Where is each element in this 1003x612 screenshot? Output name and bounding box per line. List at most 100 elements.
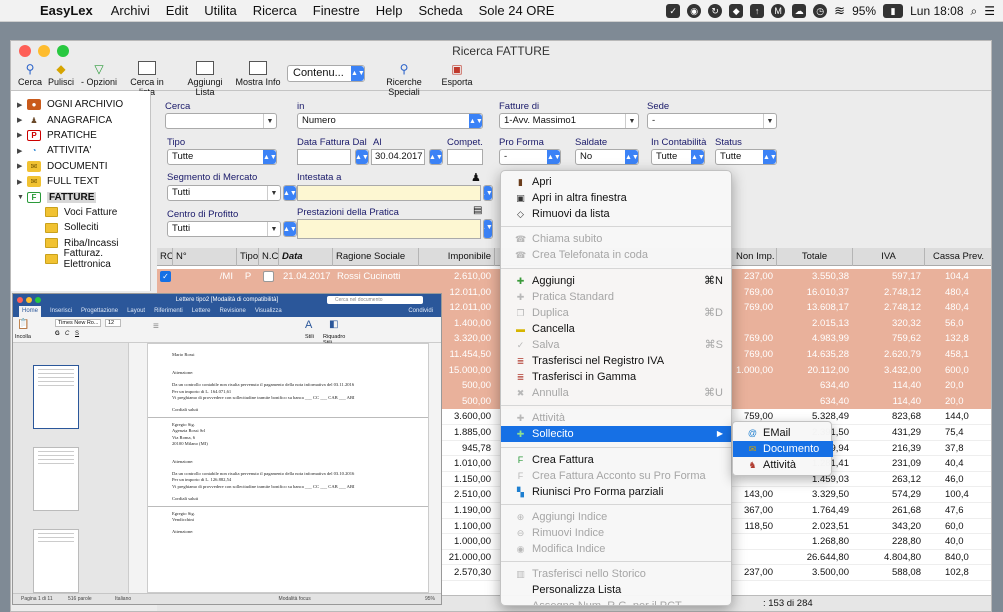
col-numero[interactable]: N° xyxy=(173,248,237,266)
menu-item-chiama-subito[interactable]: ☎ Chiama subito xyxy=(501,231,731,247)
data-al-input[interactable]: 30.04.2017 xyxy=(371,149,425,165)
ricerche-speciali-button[interactable]: ⚲ Ricerche Speciali xyxy=(371,61,437,97)
mostra-info-button[interactable]: Mostra Info xyxy=(235,61,281,87)
menu-item-crea-fattura-acconto-su-pro-forma[interactable]: F Crea Fattura Acconto su Pro Forma xyxy=(501,468,731,484)
notification-center-icon[interactable]: ☰ xyxy=(984,4,995,18)
menu-finestre[interactable]: Finestre xyxy=(305,3,368,18)
col-data[interactable]: Data xyxy=(279,248,333,266)
menu-item-trasferisci-nello-storico[interactable]: ▥ Trasferisci nello Storico xyxy=(501,566,731,582)
styles-icon[interactable]: A xyxy=(305,319,312,331)
wifi-icon[interactable]: ≋ xyxy=(834,3,845,19)
tab-visualizza[interactable]: Visualizza xyxy=(255,306,282,317)
paste-icon[interactable]: 📋 xyxy=(17,319,29,330)
segmento-stepper[interactable]: ▲▼ xyxy=(283,185,297,201)
globe-icon[interactable]: ◉ xyxy=(687,4,702,18)
intestata-input[interactable] xyxy=(297,185,481,201)
submenu-item-documento[interactable]: ✉ Documento xyxy=(733,441,833,457)
minimize-icon[interactable] xyxy=(26,297,32,303)
prestazioni-stepper[interactable]: ▲▼ xyxy=(483,219,493,239)
menu-item-modifica-indice[interactable]: ◉ Modifica Indice xyxy=(501,541,731,557)
menu-item-apri[interactable]: ▮ Apri xyxy=(501,174,731,190)
people-icon[interactable]: ♟ xyxy=(471,171,481,184)
menu-sole24ore[interactable]: Sole 24 ORE xyxy=(471,3,563,18)
saldate-select[interactable]: No ▲▼ xyxy=(575,149,639,165)
size-select[interactable]: 12 xyxy=(105,319,121,327)
centro-select[interactable]: Tutti ▼ xyxy=(167,221,281,237)
menu-archivi[interactable]: Archivi xyxy=(103,3,158,18)
menu-item-aggiungi-indice[interactable]: ⊕ Aggiungi Indice xyxy=(501,509,731,525)
content-select[interactable]: Contenu... ▲▼ xyxy=(287,65,365,82)
esporta-button[interactable]: ▣ Esporta xyxy=(441,61,473,87)
aggiungi-lista-button[interactable]: Aggiungi Lista xyxy=(177,61,233,97)
sidebar-item-fatturaz-elettronica[interactable]: Fatturaz. Elettronica xyxy=(11,248,150,270)
menu-item-rimuovi-indice[interactable]: ⊖ Rimuovi Indice xyxy=(501,525,731,541)
contabilita-select[interactable]: Tutte ▲▼ xyxy=(651,149,705,165)
prestazioni-input[interactable] xyxy=(297,219,481,239)
opzioni-button[interactable]: ▽ - Opzioni xyxy=(79,61,119,87)
col-iva[interactable]: IVA xyxy=(853,248,925,266)
tab-progettazione[interactable]: Progettazione xyxy=(81,306,118,317)
menu-item-crea-telefonata-in-coda[interactable]: ☎ Crea Telefonata in coda xyxy=(501,247,731,263)
segmento-select[interactable]: Tutti ▼ xyxy=(167,185,281,201)
menu-item-trasferisci-nel-registro-iva[interactable]: ≣ Trasferisci nel Registro IVA xyxy=(501,353,731,369)
menu-edit[interactable]: Edit xyxy=(158,3,196,18)
menu-item-riunisci-pro-forma-parziali[interactable]: ▚ Riunisci Pro Forma parziali xyxy=(501,484,731,500)
tab-revisione[interactable]: Revisione xyxy=(219,306,245,317)
pulisci-button[interactable]: ◆ Pulisci xyxy=(47,61,75,87)
menu-item-apri-in-altra-finestra[interactable]: ▣ Apri in altra finestra xyxy=(501,190,731,206)
minimize-icon[interactable] xyxy=(38,45,50,57)
in-select[interactable]: Numero ▲▼ xyxy=(297,113,483,129)
menu-item-assegna-num-r-g-per-il-pct[interactable]: Assegna Num. R.G. per il PCT xyxy=(501,598,731,605)
fatture-di-select[interactable]: 1-Avv. Massimo1 ▼ xyxy=(499,113,639,129)
menu-item-personalizza-lista[interactable]: Personalizza Lista xyxy=(501,582,731,598)
submenu-item-attività[interactable]: ♞ Attività xyxy=(733,457,833,473)
clock-icon[interactable]: ◷ xyxy=(813,4,828,18)
menu-item-duplica[interactable]: ❐ Duplica ⌘D xyxy=(501,305,731,321)
col-cassa[interactable]: Cassa Prev. xyxy=(925,248,991,266)
menu-help[interactable]: Help xyxy=(368,3,411,18)
tipo-select[interactable]: Tutte ▲▼ xyxy=(167,149,277,165)
tab-riferimenti[interactable]: Riferimenti xyxy=(154,306,183,317)
nc-checkbox[interactable] xyxy=(263,271,274,282)
menu-item-sollecito[interactable]: ✚ Sollecito ▶ xyxy=(501,426,731,443)
col-totale[interactable]: Totale xyxy=(777,248,853,266)
cerca-input[interactable]: ▼ xyxy=(165,113,277,129)
dropbox-icon[interactable]: ◆ xyxy=(729,4,744,18)
data-al-stepper[interactable]: ▲▼ xyxy=(429,149,443,165)
close-icon[interactable] xyxy=(17,297,23,303)
col-non-imp[interactable]: Non Imp. xyxy=(733,248,777,266)
col-ragione-sociale[interactable]: Ragione Sociale xyxy=(333,248,419,266)
menu-utilita[interactable]: Utilita xyxy=(196,3,245,18)
italic-icon[interactable]: C xyxy=(65,331,69,337)
zoom-icon[interactable] xyxy=(57,45,69,57)
battery-icon[interactable]: ▮ xyxy=(883,4,904,18)
word-search-input[interactable]: Cerca nel documento xyxy=(327,296,423,304)
tab-home[interactable]: Home xyxy=(19,306,42,317)
menu-item-rimuovi-da-lista[interactable]: ◇ Rimuovi da lista xyxy=(501,206,731,222)
menu-scheda[interactable]: Scheda xyxy=(411,3,471,18)
spotlight-icon[interactable]: ⌕ xyxy=(971,4,978,19)
underline-icon[interactable]: S xyxy=(75,331,79,337)
menu-item-annulla[interactable]: ✖ Annulla ⌘U xyxy=(501,385,731,401)
proforma-select[interactable]: - ▲▼ xyxy=(499,149,561,165)
page-thumbnail[interactable] xyxy=(33,447,79,511)
menu-item-cancella[interactable]: ▬ Cancella xyxy=(501,321,731,337)
col-nc[interactable]: N.C. xyxy=(259,248,279,266)
upload-icon[interactable]: ↑ xyxy=(750,4,765,18)
cerca-button[interactable]: ⚲ Cerca xyxy=(17,61,43,87)
col-rc[interactable]: RC xyxy=(157,248,173,266)
row-checkbox[interactable]: ✓ xyxy=(160,271,171,282)
compet-input[interactable] xyxy=(447,149,483,165)
page-count[interactable]: Pagina 1 di 11 xyxy=(21,596,53,602)
cloud-icon[interactable]: ☁ xyxy=(792,4,807,18)
share-button[interactable]: Condividi xyxy=(408,306,433,317)
page-thumbnail[interactable] xyxy=(33,365,79,429)
data-dal-input[interactable] xyxy=(297,149,351,165)
bold-icon[interactable]: G xyxy=(55,331,60,337)
sync-icon[interactable]: ↻ xyxy=(708,4,723,18)
page-thumbnail[interactable] xyxy=(33,529,79,593)
data-dal-stepper[interactable]: ▲▼ xyxy=(355,149,369,165)
focus-mode[interactable]: Modalità focus xyxy=(279,596,311,602)
centro-stepper[interactable]: ▲▼ xyxy=(283,221,297,237)
align-icon[interactable]: ≡ xyxy=(153,321,159,332)
